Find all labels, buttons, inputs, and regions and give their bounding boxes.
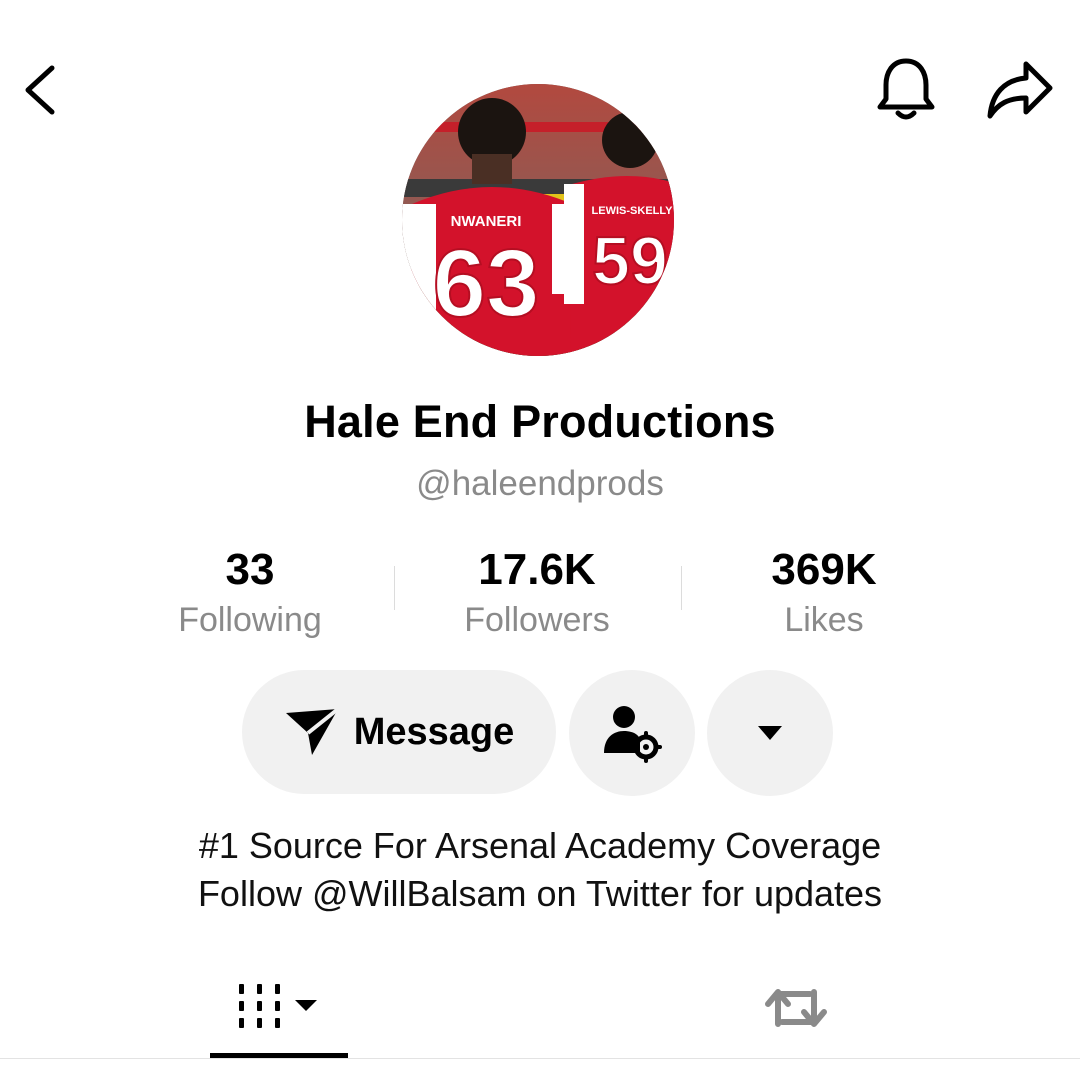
likes-label: Likes [784,601,864,639]
profile-stats: 33 Following 17.6K Followers 369K Likes [100,544,980,644]
message-button[interactable]: Message [242,670,556,794]
jersey-left-number: 63 [433,230,540,337]
followers-label: Followers [464,601,610,639]
stat-followers[interactable]: 17.6K Followers [387,544,687,642]
following-label: Following [178,601,322,639]
tab-reposts[interactable] [727,960,865,1056]
profile-bio: #1 Source For Arsenal Academy Coverage F… [0,822,1080,918]
followers-count: 17.6K [478,545,596,594]
jersey-right-name: LEWIS-SKELLY [592,205,674,217]
avatar-image: NWANERI 63 LEWIS-SKELLY 59 [402,84,674,356]
notifications-button[interactable] [866,50,946,130]
jersey-left-name: NWANERI [451,213,522,230]
content-tabs [0,960,1080,1060]
display-name: Hale End Productions [304,396,776,447]
jersey-right-number: 59 [592,223,668,299]
profile-avatar[interactable]: NWANERI 63 LEWIS-SKELLY 59 [402,84,674,356]
profile-actions: Message [0,670,1080,796]
bell-icon [877,58,935,120]
likes-count: 369K [771,545,877,594]
share-button[interactable] [978,50,1062,130]
username: @haleendprods [416,464,664,503]
profile-page: NWANERI 63 LEWIS-SKELLY 59 Hale End Prod… [0,0,1080,1080]
friend-settings-button[interactable] [569,670,695,796]
grid-columns-icon [239,984,317,1028]
chevron-left-icon [25,65,55,115]
tab-divider [0,1058,1080,1059]
message-label: Message [353,710,515,753]
bio-line-2: Follow @WillBalsam on Twitter for update… [197,873,883,914]
repost-icon [765,989,827,1027]
tab-videos[interactable] [210,960,348,1056]
back-button[interactable] [8,54,72,126]
share-arrow-icon [987,61,1053,119]
bio-line-1: #1 Source For Arsenal Academy Coverage [198,825,882,866]
caret-down-icon [758,726,782,740]
more-options-button[interactable] [707,670,833,796]
following-count: 33 [225,545,275,594]
user-settings-icon [604,706,662,763]
stat-likes[interactable]: 369K Likes [674,544,974,642]
send-icon [285,707,339,755]
stat-following[interactable]: 33 Following [100,544,400,642]
